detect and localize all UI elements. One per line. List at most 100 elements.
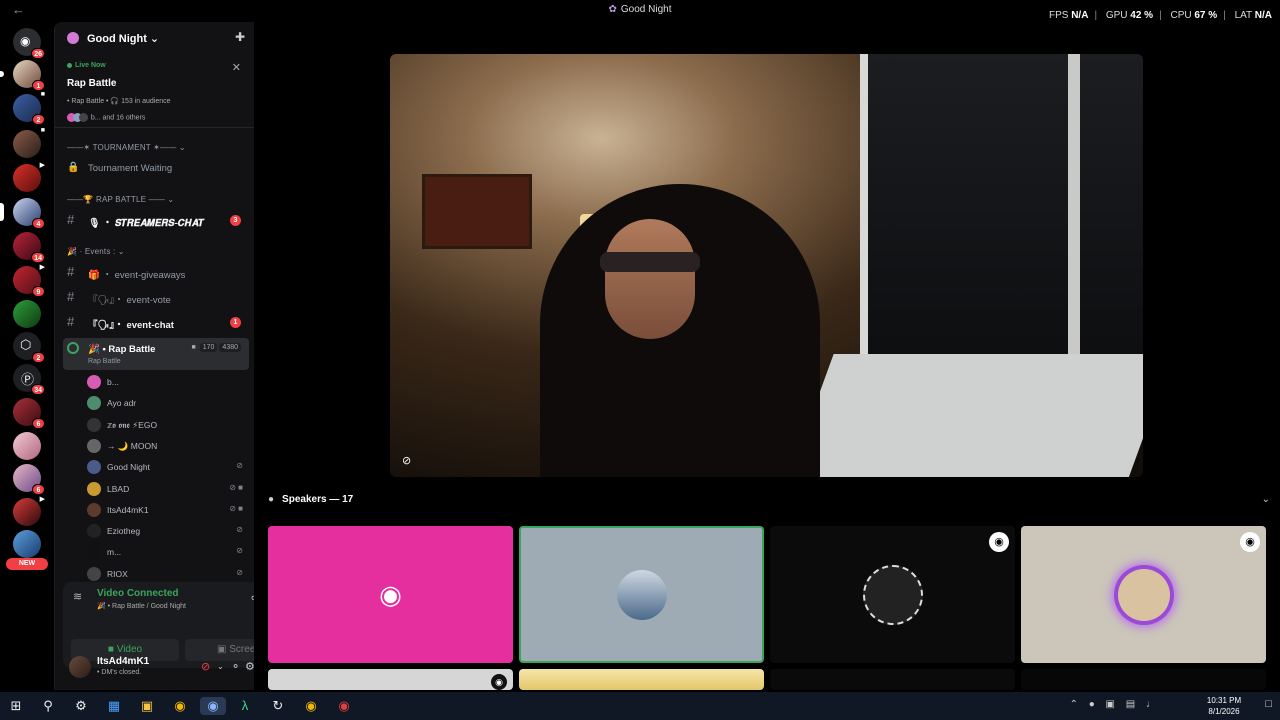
stage-title: Rap Battle	[67, 78, 117, 89]
member-status-icons: ⊘ ■	[229, 503, 243, 513]
server-icon[interactable]: ■	[13, 127, 45, 158]
channel-rap-battle-stage[interactable]: 🎉 • Rap Battle Rap Battle ■ 170 4380	[63, 338, 249, 370]
speaker-tile[interactable]: ◉	[1021, 526, 1266, 663]
gear-icon[interactable]: ⚙	[72, 697, 90, 715]
channel-label: 🎉 • Rap Battle	[88, 344, 156, 355]
speaker-icon: ■	[40, 127, 45, 134]
speaker-tile[interactable]	[519, 526, 764, 663]
discord-taskbar-icon[interactable]: ◉	[200, 697, 226, 715]
video-count: 170	[199, 343, 218, 352]
server-icon[interactable]	[13, 432, 41, 460]
speaker-tile[interactable]	[770, 669, 1015, 690]
hash-icon: #	[67, 264, 75, 279]
server-header[interactable]: Good Night ⌄ ✚	[55, 22, 255, 54]
headphones-icon[interactable]: ⚬	[231, 660, 240, 673]
server-icon[interactable]: 6	[13, 398, 45, 429]
gpu-label: GPU	[1105, 10, 1128, 21]
app-red-icon[interactable]: ◉	[335, 697, 353, 715]
cpu-value: 67 %	[1194, 10, 1218, 21]
voice-member[interactable]: Eziotheg ⊘	[87, 521, 249, 541]
voice-member[interactable]: LBAD ⊘ ■	[87, 479, 249, 499]
speaker-tile[interactable]: ◉	[268, 669, 513, 690]
clock-time: 10:31 PM	[1206, 696, 1242, 705]
server-icon[interactable]: 6	[13, 464, 45, 495]
server-badge: 6	[32, 484, 45, 495]
channel-label: 🎁 ・ event-giveaways	[88, 270, 186, 281]
username[interactable]: ItsAd4mK1	[97, 656, 149, 667]
add-member-icon[interactable]: ✚	[235, 30, 245, 44]
app-arrow-icon[interactable]: ↻	[269, 697, 287, 715]
video-frame-glasses	[600, 252, 700, 272]
lat-value: N/A	[1254, 10, 1272, 21]
voice-member[interactable]: ItsAd4mK1 ⊘ ■	[87, 500, 249, 520]
voice-member[interactable]: m... ⊘	[87, 542, 249, 562]
signal-icon[interactable]: ≋	[73, 590, 82, 603]
chrome-icon[interactable]: ◉	[171, 697, 189, 715]
server-icon[interactable]: ▶ 9	[13, 264, 45, 297]
hexagon-logo-icon: ⬡	[20, 337, 32, 352]
channel-counts: ■ 170 4380	[192, 343, 241, 352]
server-icon[interactable]: ▶	[13, 496, 45, 526]
server-icon[interactable]: 4	[0, 198, 45, 229]
mute-mic-icon[interactable]: ⊘	[201, 660, 210, 673]
server-badge: 1	[32, 80, 45, 91]
chrome-alt-icon[interactable]: ◉	[302, 697, 320, 715]
voice-member[interactable]: → 🌙 MOON	[87, 436, 249, 456]
speaker-icon: ▶	[39, 496, 45, 503]
speaker-tile[interactable]	[1021, 669, 1266, 690]
cpu-label: CPU	[1170, 10, 1192, 21]
server-icon[interactable]: 14	[13, 232, 45, 263]
server-badge: 6	[32, 418, 45, 429]
voice-member[interactable]: 𝕫𝖔 𝖔𝖓𝖊 ⚡EGO	[87, 415, 249, 435]
voice-member[interactable]: Good Night ⊘	[87, 457, 249, 477]
channel-label: 『🗣』・ event-chat	[88, 320, 174, 331]
server-icon[interactable]: Ⓟ 34	[13, 364, 45, 395]
user-status: • DM's closed.	[97, 669, 142, 676]
chevron-down-icon[interactable]: ⌄	[217, 662, 224, 671]
notifications-icon[interactable]: □	[1265, 698, 1272, 710]
voice-member[interactable]: Ayo adr	[87, 393, 249, 413]
avatar	[87, 396, 101, 411]
category-tournament[interactable]: ——✶ TOURNAMENT ✶—— ⌄	[67, 143, 186, 152]
search-icon[interactable]: ⚲	[39, 697, 57, 715]
speaker-tile[interactable]: ◉	[268, 526, 513, 663]
speaker-tile[interactable]: ◉	[770, 526, 1015, 663]
system-tray[interactable]: ⌃ ● ▣ ▤ ♩	[1070, 699, 1160, 710]
main-video-stream[interactable]: ⊘	[390, 54, 1143, 477]
voice-channel-path[interactable]: 🎉 • Rap Battle / Good Night	[97, 602, 186, 610]
server-badge: 26	[31, 48, 45, 59]
app-lambda-icon[interactable]: λ	[236, 697, 254, 715]
voice-status[interactable]: Video Connected	[97, 588, 179, 599]
speaker-tile[interactable]	[519, 669, 764, 690]
server-icon[interactable]: 1	[0, 60, 45, 91]
folder-icon[interactable]: ▣	[138, 697, 156, 715]
server-icon[interactable]	[13, 530, 41, 558]
windows-start-icon[interactable]: ⊞	[7, 697, 25, 715]
avatar[interactable]	[69, 656, 91, 678]
server-icon[interactable]: ■ 2	[13, 91, 45, 125]
voice-member[interactable]: b...	[87, 372, 249, 392]
hash-icon: #	[67, 314, 75, 329]
close-icon[interactable]: ✕	[232, 61, 241, 74]
taskbar-clock[interactable]: 10:31 PM 8/1/2026	[1196, 695, 1252, 717]
member-status-icons: ⊘ ■	[229, 482, 243, 492]
server-glyph-icon: ✿	[608, 4, 617, 15]
server-icon[interactable]	[13, 300, 41, 328]
category-events[interactable]: 🎉 · Events : ⌄	[67, 247, 125, 256]
channel-event-chat[interactable]: # 『🗣』・ event-chat 1	[63, 311, 249, 333]
direct-messages-button[interactable]: ◉ 26	[13, 28, 45, 59]
channel-event-vote[interactable]: # 『🗣』・ event-vote	[63, 286, 249, 308]
muted-mic-icon: ⊘	[402, 455, 412, 467]
server-icon[interactable]: ▶	[13, 162, 45, 192]
gpu-value: 42 %	[1130, 10, 1154, 21]
chevron-down-icon[interactable]: ⌄	[1262, 494, 1270, 505]
server-flower-icon	[67, 32, 79, 44]
live-stage-card[interactable]: Live Now ✕ Rap Battle • Rap Battle • 🎧 1…	[55, 56, 255, 128]
channel-streamers-chat[interactable]: # 🎙 ・ 𝑺𝑻𝑹𝑬𝑨𝑴𝑬𝑹𝑺-𝑪𝑯𝑨𝑻 3	[63, 209, 249, 231]
channel-event-giveaways[interactable]: # 🎁 ・ event-giveaways	[63, 261, 249, 283]
voice-member[interactable]: RIOX ⊘	[87, 564, 249, 584]
channel-tournament-waiting[interactable]: 🔒 Tournament Waiting	[63, 157, 249, 179]
category-rap-battle[interactable]: ——🏆 RAP BATTLE —— ⌄	[67, 195, 174, 204]
server-icon[interactable]: ⬡ 2	[13, 332, 45, 363]
store-icon[interactable]: ▦	[105, 697, 123, 715]
